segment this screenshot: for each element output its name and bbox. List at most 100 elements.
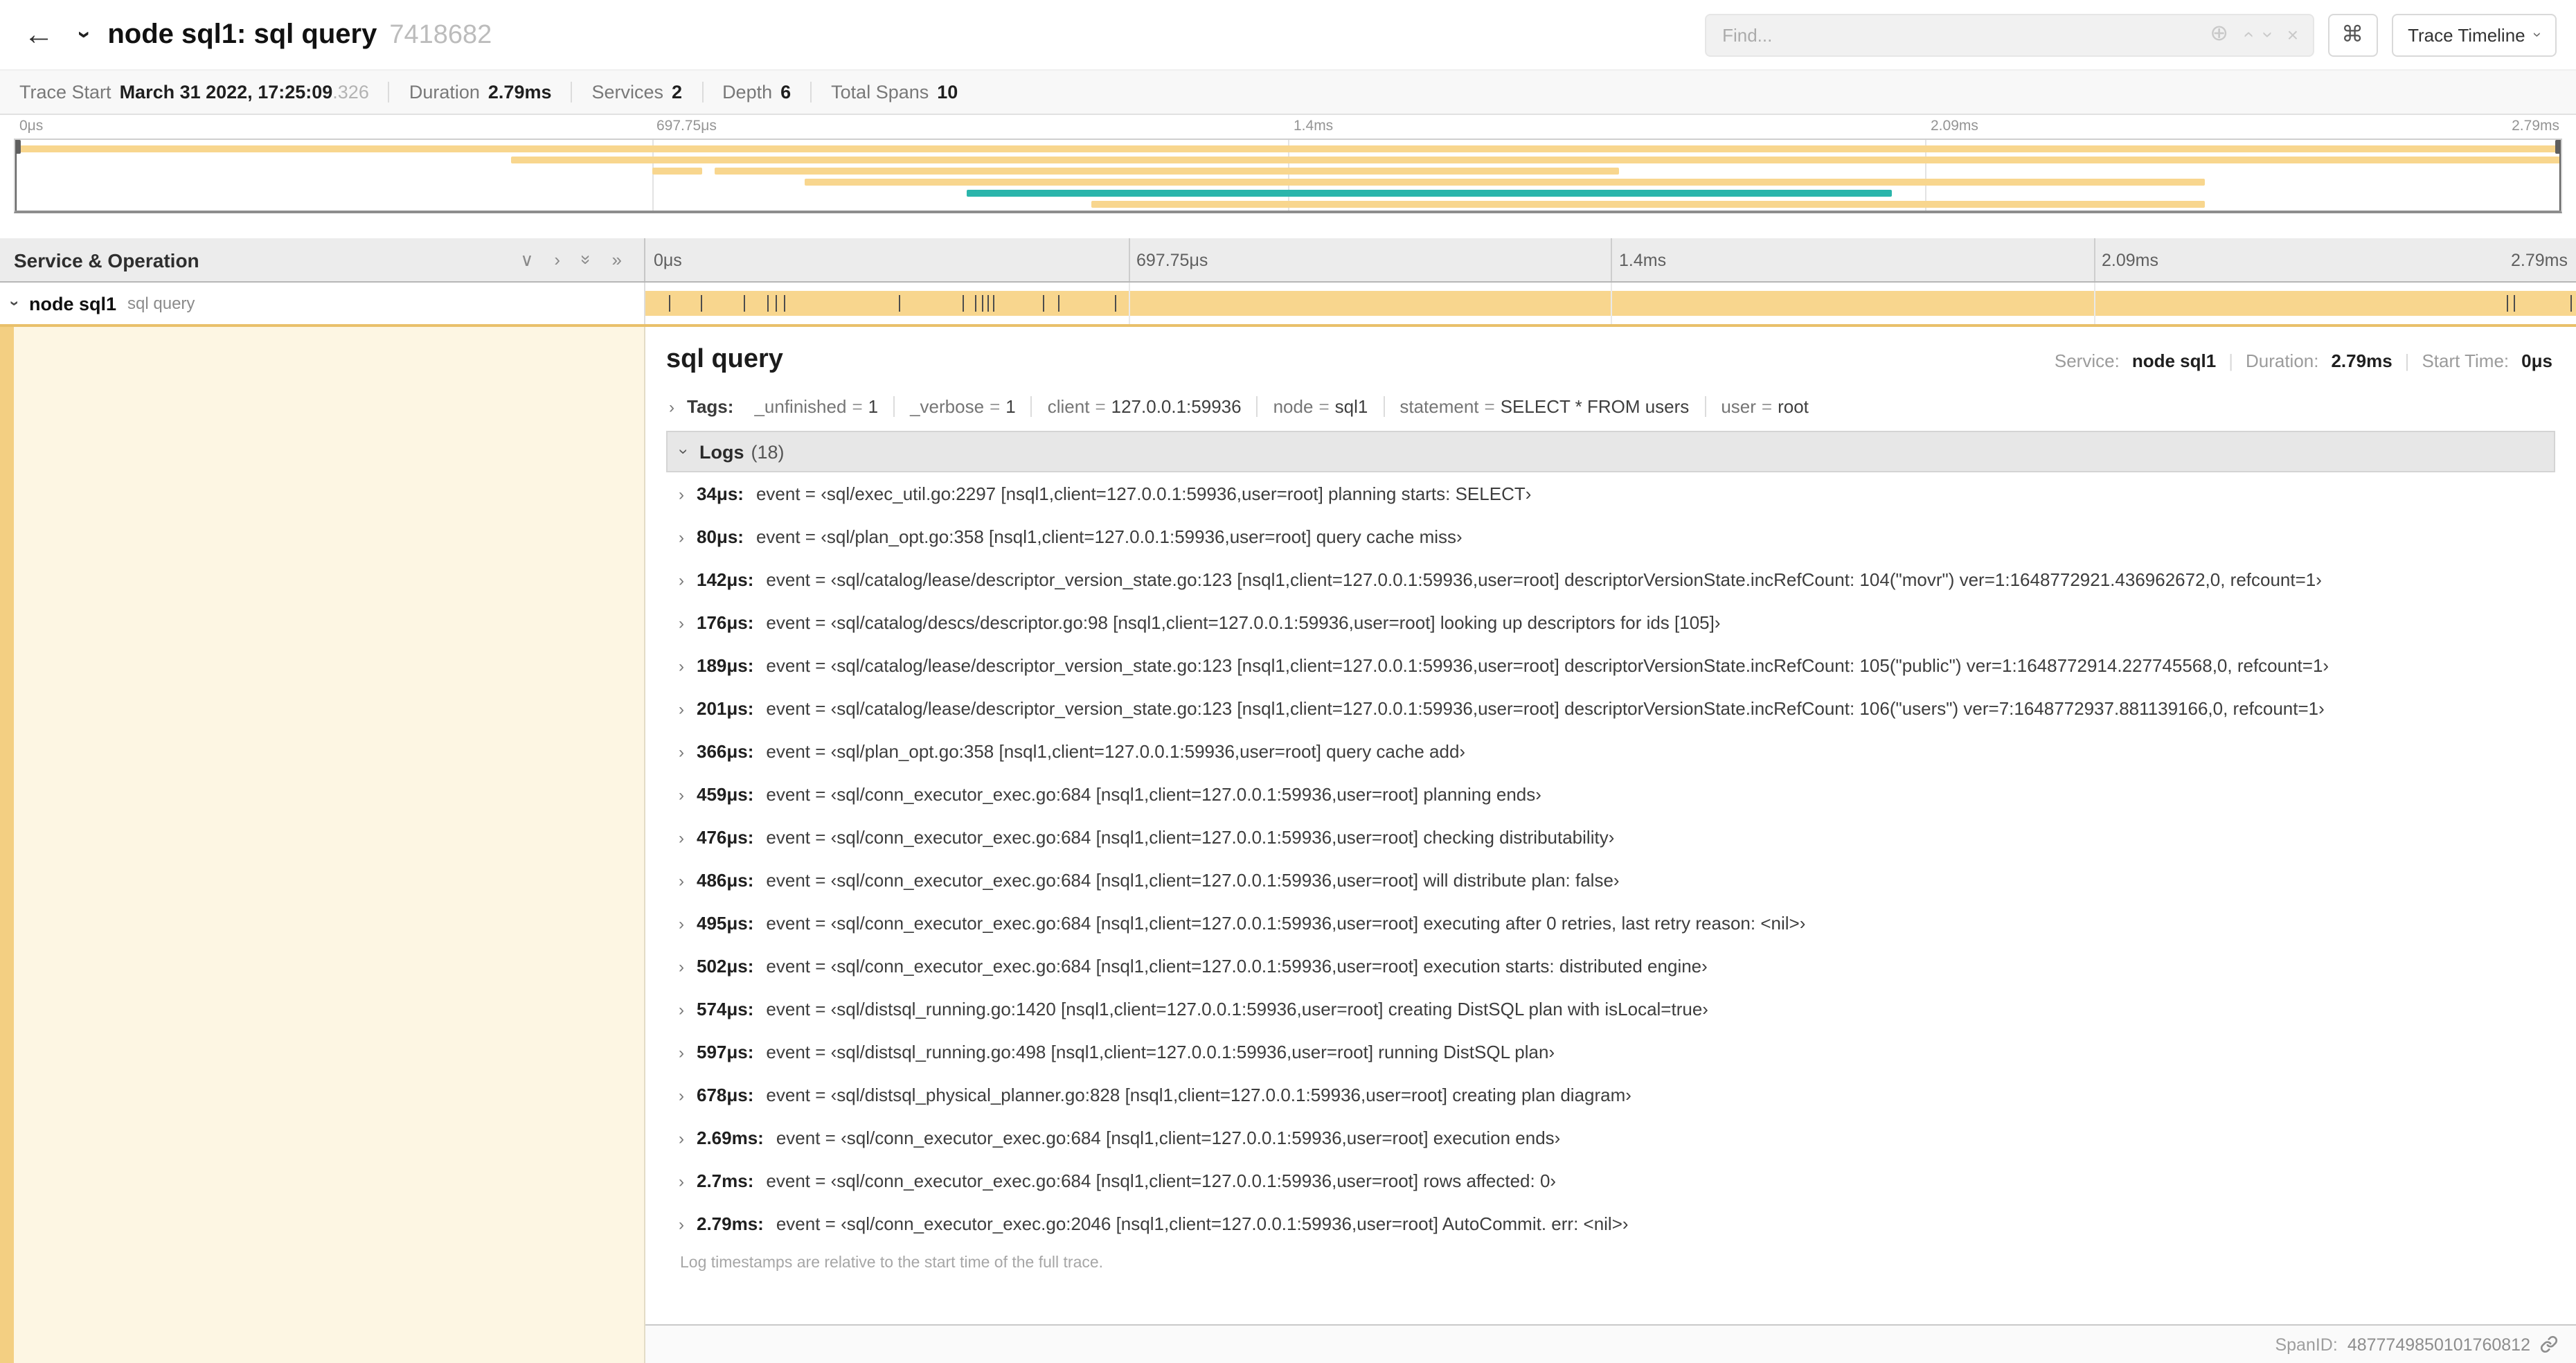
summary-item: Duration 2.79ms: [388, 82, 571, 103]
log-row[interactable]: › 502μs: event = ‹sql/conn_executor_exec.g…: [666, 945, 2555, 988]
expand-one-icon[interactable]: ›: [554, 249, 560, 270]
log-row[interactable]: › 459μs: event = ‹sql/conn_executor_exec.g…: [666, 773, 2555, 816]
log-timestamp: 476μs:: [697, 827, 754, 848]
log-row[interactable]: › 495μs: event = ‹sql/conn_executor_exec.g…: [666, 902, 2555, 945]
logs-list: › 34μs: event = ‹sql/exec_util.go:2297 [ns…: [666, 472, 2555, 1245]
timeline-gridline: [1128, 283, 1129, 324]
collapse-one-icon[interactable]: ∨: [520, 249, 533, 271]
log-event-text: event = ‹sql/catalog/descs/descriptor.go…: [766, 612, 1721, 633]
tags-label: Tags:: [687, 396, 734, 417]
trace-title: node sql1: sql query: [107, 19, 377, 49]
expand-all-icon[interactable]: »: [612, 249, 622, 270]
log-row[interactable]: › 366μs: event = ‹sql/plan_opt.go:358 [nsq…: [666, 730, 2555, 773]
next-match-icon[interactable]: ›: [2257, 31, 2280, 37]
log-row[interactable]: › 597μs: event = ‹sql/distsql_running.go:4…: [666, 1031, 2555, 1074]
span-log-marker: [700, 295, 702, 312]
minimap[interactable]: [14, 139, 2562, 213]
spanid-label: SpanID:: [2275, 1335, 2338, 1354]
span-detail-indent-column: [0, 327, 645, 1363]
tag-equals: =: [990, 396, 1001, 417]
span-detail-panel: sql query Service: node sql1 | Duration:…: [645, 327, 2576, 1363]
log-event-text: event = ‹sql/conn_executor_exec.go:684 […: [766, 870, 1620, 891]
log-row[interactable]: › 574μs: event = ‹sql/distsql_running.go:1…: [666, 988, 2555, 1031]
span-detail-overview: Service: node sql1 | Duration: 2.79ms | …: [2055, 350, 2552, 371]
span-operation-name: sql query: [127, 294, 195, 313]
minimap-right-scrubber[interactable]: [2555, 140, 2561, 211]
timeline-gridline: [2093, 283, 2095, 324]
start-time-label: Start Time:: [2422, 350, 2510, 371]
log-event-text: event = ‹sql/catalog/lease/descriptor_ve…: [766, 655, 2329, 676]
span-log-marker: [784, 295, 786, 312]
span-log-marker: [1042, 295, 1044, 312]
log-event-text: event = ‹sql/distsql_running.go:1420 [ns…: [766, 999, 1708, 1019]
logs-count: (18): [751, 441, 785, 462]
span-detail-header: sql query Service: node sql1 | Duration:…: [666, 338, 2555, 388]
log-row[interactable]: › 189μs: event = ‹sql/catalog/lease/descri…: [666, 644, 2555, 687]
log-row[interactable]: › 678μs: event = ‹sql/distsql_physical_pla…: [666, 1074, 2555, 1116]
span-row[interactable]: › node sql1 sql query: [0, 283, 2576, 324]
zoom-to-matches-icon[interactable]: ⊕: [2210, 23, 2228, 46]
minimap-left-scrubber[interactable]: [15, 140, 21, 211]
summary-item-label: Duration: [409, 82, 480, 103]
log-event-text: event = ‹sql/exec_util.go:2297 [nsql1,cl…: [755, 483, 1532, 504]
keyboard-shortcuts-button[interactable]: ⌘: [2327, 13, 2378, 56]
summary-bar: Trace Start March 31 2022, 17:25:09.326 Du…: [0, 69, 2576, 115]
span-log-marker: [2507, 295, 2509, 312]
log-event-text: event = ‹sql/conn_executor_exec.go:684 […: [766, 827, 1615, 848]
tag-pair: statement = SELECT * FROM users: [1383, 396, 1704, 417]
log-row[interactable]: › 201μs: event = ‹sql/catalog/lease/descri…: [666, 687, 2555, 730]
trace-view-selector-label: Trace Timeline: [2408, 24, 2525, 45]
log-event-text: event = ‹sql/conn_executor_exec.go:684 […: [766, 956, 1708, 977]
log-row[interactable]: › 176μs: event = ‹sql/catalog/descs/descri…: [666, 601, 2555, 644]
log-row[interactable]: › 486μs: event = ‹sql/conn_executor_exec.g…: [666, 859, 2555, 902]
span-log-marker: [974, 295, 976, 312]
span-log-marker: [2570, 295, 2572, 312]
trace-view-selector[interactable]: Trace Timeline ›: [2391, 13, 2557, 56]
minimap-span-bar: [967, 190, 1892, 197]
timeline-tick-label: 2.09ms: [2102, 250, 2158, 269]
log-row[interactable]: › 2.7ms: event = ‹sql/conn_executor_exec.g…: [666, 1159, 2555, 1202]
summary-item-value: 10: [937, 82, 958, 103]
span-log-marker: [981, 295, 983, 312]
copy-link-icon[interactable]: [2540, 1335, 2558, 1353]
summary-item-value: March 31 2022, 17:25:09.326: [119, 82, 369, 103]
log-row[interactable]: › 476μs: event = ‹sql/conn_executor_exec.g…: [666, 816, 2555, 859]
back-button[interactable]: ←: [19, 17, 58, 53]
minimap-tick-labels: 0μs 697.75μs 1.4ms 2.09ms 2.79ms: [14, 115, 2562, 139]
chevron-right-icon: ›: [679, 1000, 684, 1019]
find-input[interactable]: [1719, 23, 2195, 46]
log-row[interactable]: › 2.79ms: event = ‹sql/conn_executor_exec.…: [666, 1202, 2555, 1245]
logs-accordion-header[interactable]: › Logs (18): [666, 431, 2555, 472]
span-collapse-chevron-icon[interactable]: ›: [6, 301, 25, 306]
log-timestamp: 495μs:: [697, 913, 754, 934]
collapse-all-icon[interactable]: »: [575, 255, 596, 265]
log-row[interactable]: › 142μs: event = ‹sql/catalog/lease/descri…: [666, 558, 2555, 601]
divider: |: [2404, 350, 2410, 371]
tag-key: node: [1273, 396, 1314, 417]
chevron-right-icon: ›: [679, 785, 684, 805]
prev-match-icon[interactable]: ›: [2236, 31, 2258, 37]
log-event-text: event = ‹sql/conn_executor_exec.go:684 […: [766, 784, 1541, 805]
log-row[interactable]: › 2.69ms: event = ‹sql/conn_executor_exec.…: [666, 1116, 2555, 1159]
command-icon: ⌘: [2341, 24, 2364, 47]
summary-item-value: 2.79ms: [488, 82, 552, 103]
log-timestamp: 201μs:: [697, 698, 754, 719]
span-log-marker: [1114, 295, 1116, 312]
span-detail-row: sql query Service: node sql1 | Duration:…: [0, 324, 2576, 1363]
timeline-column-headers: Service & Operation ∨ › » » 0μs 697.75μs 1.4m…: [0, 238, 2576, 283]
log-row[interactable]: › 80μs: event = ‹sql/plan_opt.go:358 [nsql…: [666, 515, 2555, 558]
trace-timeline-view: ← › node sql1: sql query7418682 ⊕ › › × …: [0, 0, 2576, 1363]
chevron-down-icon: ›: [674, 449, 694, 454]
span-name-cell[interactable]: › node sql1 sql query: [0, 283, 645, 324]
chevron-right-icon: ›: [679, 828, 684, 848]
log-timestamp: 597μs:: [697, 1042, 754, 1062]
log-row[interactable]: › 34μs: event = ‹sql/exec_util.go:2297 [ns…: [666, 472, 2555, 515]
trace-collapse-chevron-icon[interactable]: ›: [71, 30, 98, 38]
log-timestamp: 459μs:: [697, 784, 754, 805]
log-event-text: event = ‹sql/plan_opt.go:358 [nsql1,clie…: [766, 741, 1466, 762]
tag-pair: node = sql1: [1256, 396, 1384, 417]
clear-search-icon[interactable]: ×: [2287, 25, 2298, 44]
span-timeline-cell[interactable]: [645, 283, 2576, 324]
tags-accordion[interactable]: › Tags: _unfinished = 1 _verbose = 1 client = 12…: [666, 388, 2555, 431]
log-event-text: event = ‹sql/conn_executor_exec.go:684 […: [766, 913, 1806, 934]
